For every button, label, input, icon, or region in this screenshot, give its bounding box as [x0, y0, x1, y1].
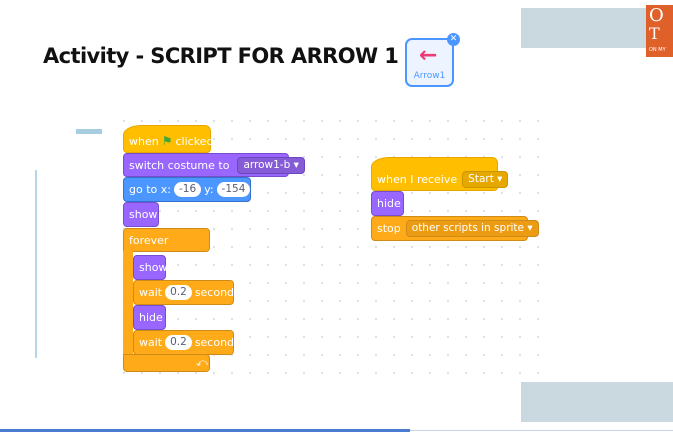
- wait-block-1[interactable]: wait 0.2 seconds: [133, 280, 240, 305]
- forever-block[interactable]: forever: [123, 228, 210, 252]
- arrow-left-icon: ←: [419, 43, 438, 68]
- forever-arm: [123, 251, 133, 358]
- decor-dash: [76, 129, 102, 134]
- y-input[interactable]: -154: [216, 182, 251, 197]
- close-icon[interactable]: ✕: [447, 33, 460, 46]
- stop-block[interactable]: stop other scripts in sprite ▾: [371, 216, 539, 241]
- loop-arrow-icon: ⤺: [196, 356, 208, 369]
- sprite-thumbnail[interactable]: ← Arrow1 ✕: [405, 33, 460, 87]
- costume-dropdown[interactable]: arrow1-b ▾: [237, 156, 305, 174]
- wait-block-2[interactable]: wait 0.2 seconds: [133, 330, 240, 355]
- brand-logo: O T ON MY: [646, 5, 673, 57]
- show-block-inner[interactable]: show: [133, 255, 167, 280]
- green-flag-icon: ⚑: [161, 133, 173, 148]
- when-flag-clicked-block[interactable]: when ⚑ clicked: [123, 125, 213, 153]
- message-dropdown[interactable]: Start ▾: [462, 170, 509, 188]
- wait-1-input[interactable]: 0.2: [165, 285, 192, 300]
- decor-vertical-line: [35, 170, 37, 358]
- sprite-name: Arrow1: [413, 71, 446, 81]
- page-title: Activity - SCRIPT FOR ARROW 1: [43, 44, 399, 68]
- forever-bottom: ⤺: [123, 354, 210, 372]
- when-i-receive-block[interactable]: when I receive Start ▾: [371, 157, 509, 191]
- hide-block[interactable]: hide: [133, 305, 166, 330]
- hide-block-2[interactable]: hide: [371, 191, 404, 216]
- x-input[interactable]: -16: [173, 182, 202, 197]
- stop-option-dropdown[interactable]: other scripts in sprite ▾: [405, 220, 539, 237]
- decor-top-rectangle: [521, 8, 647, 48]
- switch-costume-block[interactable]: switch costume to arrow1-b ▾: [123, 153, 305, 177]
- bottom-rule-light: [410, 430, 673, 431]
- wait-2-input[interactable]: 0.2: [165, 335, 192, 350]
- decor-bottom-rectangle: [521, 382, 673, 422]
- show-block[interactable]: show: [123, 202, 159, 227]
- bottom-rule: [0, 429, 410, 432]
- go-to-xy-block[interactable]: go to x: -16 y: -154: [123, 177, 251, 202]
